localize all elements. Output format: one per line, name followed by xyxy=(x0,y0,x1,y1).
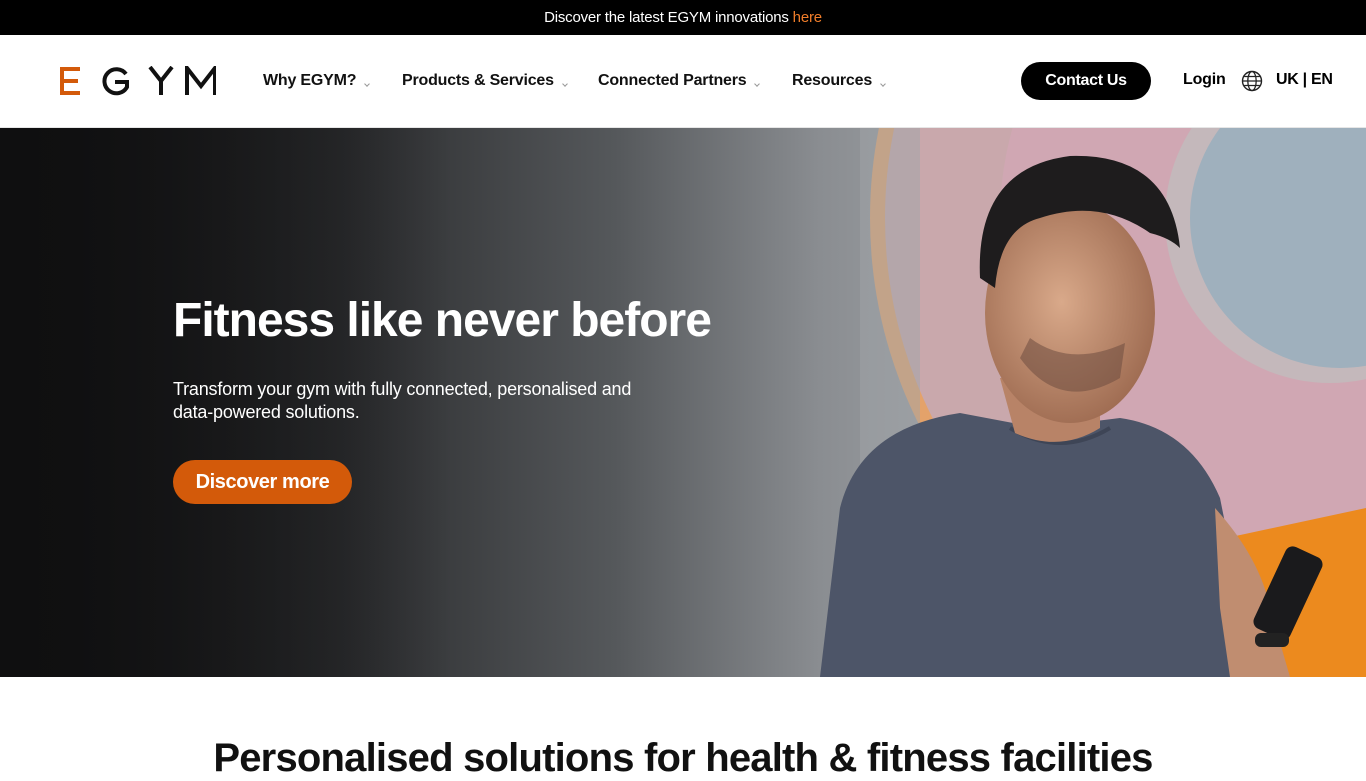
nav-label: Products & Services xyxy=(402,72,554,89)
nav-connected-partners[interactable]: Connected Partners xyxy=(598,70,759,92)
announcement-text: Discover the latest EGYM innovations xyxy=(544,9,789,26)
login-link[interactable]: Login xyxy=(1183,71,1226,89)
contact-us-button[interactable]: Contact Us xyxy=(1021,62,1151,100)
globe-icon[interactable] xyxy=(1241,70,1263,92)
egym-logo[interactable] xyxy=(60,66,216,96)
nav-products-services[interactable]: Products & Services xyxy=(402,70,567,92)
chevron-down-icon xyxy=(562,81,567,86)
nav-label: Why EGYM? xyxy=(263,72,357,89)
hero-section: Fitness like never before Transform your… xyxy=(0,128,1366,677)
chevron-down-icon xyxy=(364,81,369,86)
chevron-down-icon xyxy=(880,81,885,86)
hero-title: Fitness like never before xyxy=(173,294,712,347)
discover-more-button[interactable]: Discover more xyxy=(173,460,352,504)
hero-subtitle: Transform your gym with fully connected,… xyxy=(173,379,632,422)
nav-resources[interactable]: Resources xyxy=(792,70,885,92)
chevron-down-icon xyxy=(754,81,759,86)
nav-why-egym[interactable]: Why EGYM? xyxy=(263,70,369,92)
announcement-bar: Discover the latest EGYM innovations her… xyxy=(0,0,1366,35)
section-title: Personalised solutions for health & fitn… xyxy=(213,736,1153,780)
nav-label: Connected Partners xyxy=(598,72,747,89)
site-header: Why EGYM? Products & Services Connected … xyxy=(0,35,1366,128)
announcement-link[interactable]: here xyxy=(793,9,822,26)
nav-label: Resources xyxy=(792,72,873,89)
language-selector[interactable]: UK | EN xyxy=(1276,71,1333,89)
